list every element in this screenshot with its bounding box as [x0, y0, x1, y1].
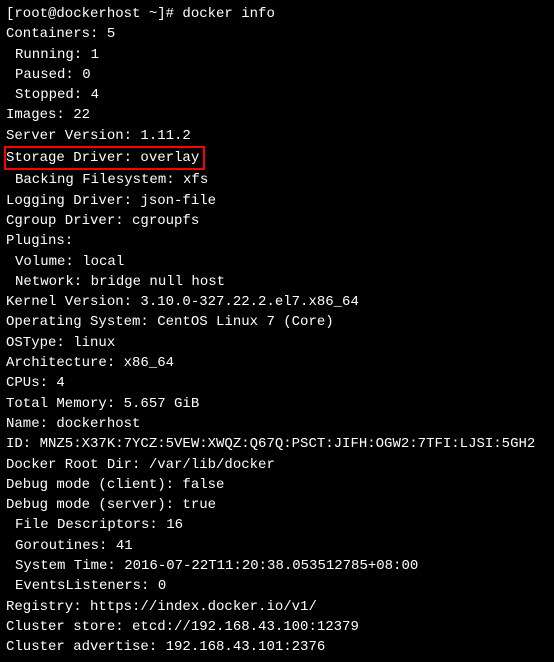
storage-driver-line: Storage Driver: overlay: [6, 146, 548, 170]
prompt-line: [root@dockerhost ~]# docker info: [6, 4, 548, 24]
registry-line: Registry: https://index.docker.io/v1/: [6, 597, 548, 617]
volume-line: Volume: local: [6, 252, 548, 272]
stopped-line: Stopped: 4: [6, 85, 548, 105]
name-line: Name: dockerhost: [6, 414, 548, 434]
plugins-line: Plugins:: [6, 231, 548, 251]
cgroup-driver-line: Cgroup Driver: cgroupfs: [6, 211, 548, 231]
debug-server-line: Debug mode (server): true: [6, 495, 548, 515]
cluster-store-line: Cluster store: etcd://192.168.43.100:123…: [6, 617, 548, 637]
system-time-line: System Time: 2016-07-22T11:20:38.0535127…: [6, 556, 548, 576]
cluster-advertise-line: Cluster advertise: 192.168.43.101:2376: [6, 637, 548, 657]
memory-line: Total Memory: 5.657 GiB: [6, 394, 548, 414]
images-line: Images: 22: [6, 105, 548, 125]
id-line: ID: MNZ5:X37K:7YCZ:5VEW:XWQZ:Q67Q:PSCT:J…: [6, 434, 548, 454]
network-line: Network: bridge null host: [6, 272, 548, 292]
arch-line: Architecture: x86_64: [6, 353, 548, 373]
logging-driver-line: Logging Driver: json-file: [6, 191, 548, 211]
os-line: Operating System: CentOS Linux 7 (Core): [6, 312, 548, 332]
server-version-line: Server Version: 1.11.2: [6, 126, 548, 146]
terminal-output: [root@dockerhost ~]# docker info Contain…: [6, 4, 548, 658]
goroutines-line: Goroutines: 41: [6, 536, 548, 556]
events-line: EventsListeners: 0: [6, 576, 548, 596]
backing-fs-line: Backing Filesystem: xfs: [6, 170, 548, 190]
kernel-line: Kernel Version: 3.10.0-327.22.2.el7.x86_…: [6, 292, 548, 312]
cpus-line: CPUs: 4: [6, 373, 548, 393]
storage-driver-highlight: Storage Driver: overlay: [4, 146, 205, 170]
paused-line: Paused: 0: [6, 65, 548, 85]
running-line: Running: 1: [6, 45, 548, 65]
debug-client-line: Debug mode (client): false: [6, 475, 548, 495]
root-dir-line: Docker Root Dir: /var/lib/docker: [6, 455, 548, 475]
containers-line: Containers: 5: [6, 24, 548, 44]
ostype-line: OSType: linux: [6, 333, 548, 353]
file-desc-line: File Descriptors: 16: [6, 515, 548, 535]
